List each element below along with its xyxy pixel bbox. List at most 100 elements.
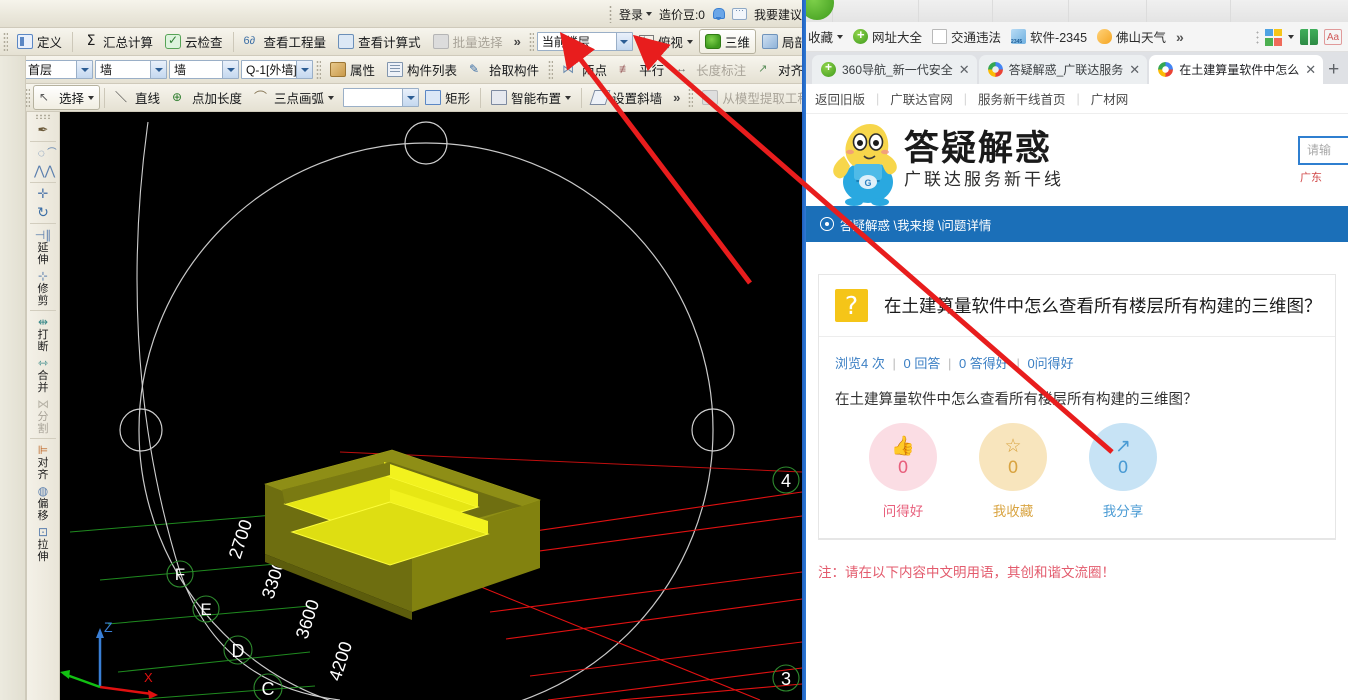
left-tool-trim-extend[interactable]: ✒ — [27, 121, 59, 139]
bookmark-label: 交通违法 — [951, 31, 1002, 45]
chevron-down-icon[interactable] — [296, 61, 312, 78]
glodon-icon — [987, 62, 1003, 77]
toolbar-button-two-point[interactable]: ⋈ 两点 — [556, 57, 613, 82]
browser-tab-2[interactable]: 答疑解惑_广联达服务 ✕ — [978, 55, 1148, 84]
chevron-down-icon[interactable] — [837, 34, 844, 39]
toolbar-button-view-quantity[interactable]: 6∂ 查看工程量 — [238, 29, 333, 54]
left-tool-extend[interactable]: ⊣∥ 延伸 — [27, 226, 59, 267]
close-icon[interactable]: ✕ — [959, 63, 970, 76]
component-combo[interactable]: Q-1[外墙] — [241, 60, 313, 79]
close-icon[interactable]: ✕ — [1305, 63, 1316, 76]
browser-tab-strip: 360导航_新一代安全 ✕ 答疑解惑_广联达服务 ✕ 在土建算量软件中怎么 ✕ … — [806, 52, 1348, 84]
chevron-down-icon[interactable] — [615, 33, 632, 50]
type-combo[interactable]: 墙 — [169, 60, 239, 79]
book-icon[interactable] — [1300, 29, 1318, 45]
action-share[interactable]: ↗ 0 我分享 — [1087, 423, 1159, 520]
toolbar-label: 点加长度 — [192, 92, 243, 106]
nav-link-old-version[interactable]: 返回旧版 — [815, 89, 876, 108]
left-tool-align[interactable]: ⊫ 对齐 — [27, 441, 59, 482]
action-favorite[interactable]: ☆ 0 我收藏 — [977, 423, 1049, 520]
toolbar-button-line[interactable]: ＼ 直线 — [109, 85, 166, 110]
toolbar-button-pick-component[interactable]: ✎ 拾取构件 — [463, 57, 545, 82]
cad-3d-viewport[interactable]: F E D C 4 3 2700 3300 3600 4200 Z X — [60, 112, 802, 700]
search-input[interactable]: 请输 — [1298, 136, 1348, 165]
left-tool-move[interactable]: ✛ — [27, 185, 59, 203]
toolbar-button-length-dimension[interactable]: ↔ 长度标注 — [670, 57, 752, 82]
chevron-down-icon[interactable] — [88, 95, 95, 100]
overflow-chevron-icon[interactable]: » — [668, 90, 685, 105]
toolbar-button-parallel[interactable]: ≢ 平行 — [613, 57, 670, 82]
site-subtitle: 广联达服务新干线 — [904, 170, 1064, 190]
bookmark-software-2345[interactable]: 软件-2345 — [1011, 27, 1087, 46]
bookmark-traffic-violation[interactable]: 交通违法 — [932, 27, 1001, 46]
left-tool-rotate[interactable]: ↻ — [27, 203, 59, 221]
toolbar-label: 俯视 — [657, 36, 683, 50]
chevron-down-icon[interactable] — [686, 39, 693, 44]
toolbar-button-rectangle[interactable]: 矩形 — [419, 85, 476, 110]
chevron-down-icon[interactable] — [150, 61, 166, 78]
font-size-icon[interactable]: Aa — [1324, 29, 1342, 45]
overflow-chevron-icon[interactable]: » — [509, 34, 526, 49]
bookmarks-overflow-icon[interactable]: » — [1176, 29, 1184, 45]
bookmark-favorites[interactable]: 收藏 — [808, 27, 844, 46]
login-button[interactable]: 登录 — [619, 6, 652, 23]
browser-tab-3[interactable]: 在土建算量软件中怎么 ✕ — [1149, 55, 1324, 84]
toolbar-button-select[interactable]: ↖ 选择 — [33, 85, 101, 110]
toolbar-button-view-formula[interactable]: 查看计算式 — [332, 29, 427, 54]
cad-top-status-strip: 登录 造价豆:0 我要建议 — [0, 0, 806, 28]
chevron-down-icon[interactable] — [328, 95, 335, 100]
suggest-label[interactable]: 我要建议 — [754, 6, 802, 23]
left-tool-trim[interactable]: ⊹ 修剪 — [27, 267, 59, 308]
toolbar-button-smart-layout[interactable]: 智能布置 — [485, 85, 577, 110]
category-combo[interactable]: 墙 — [95, 60, 167, 79]
toolbar-button-top-view[interactable]: 俯视 — [633, 29, 699, 54]
left-tool-stretch[interactable]: ⊡ 拉伸 — [27, 523, 59, 564]
browser-tab-1[interactable]: 360导航_新一代安全 ✕ — [812, 55, 977, 84]
3d-icon — [704, 34, 721, 49]
toolbar-button-define[interactable]: 定义 — [11, 29, 68, 54]
toolbar-button-3d[interactable]: 三维 — [698, 29, 756, 54]
left-tool-offset-circle[interactable]: ◌ ͡ — [27, 144, 59, 162]
web-page-content: 返回旧版 | 广联达官网 | 服务新干线首页 | 广材网 G 答疑解惑 广联达服… — [806, 84, 1348, 700]
left-tool-merge[interactable]: ⇿ 合并 — [27, 354, 59, 395]
cad-toolbar-row-1: 定义 Σ 汇总计算 云检查 6∂ 查看工程量 查看计算式 批量选择 — [0, 28, 806, 56]
left-tool-offset[interactable]: ◍ 偏移 — [27, 482, 59, 523]
grid-bubble-label: D — [232, 641, 245, 661]
new-tab-button[interactable]: + — [1328, 59, 1339, 81]
nav-link-service-home[interactable]: 服务新干线首页 — [967, 89, 1077, 108]
arc-option-combo[interactable] — [343, 88, 420, 107]
chevron-down-icon[interactable] — [645, 12, 652, 16]
message-icon[interactable] — [731, 5, 747, 20]
toolbar-label: 智能布置 — [511, 92, 562, 106]
left-tool-break[interactable]: ⇹ 打断 — [27, 313, 59, 354]
divider: | — [1016, 356, 1020, 371]
toolbar-button-component-list[interactable]: 构件列表 — [381, 57, 463, 82]
bell-icon[interactable] — [712, 7, 726, 21]
bookmark-website-directory[interactable]: 网址大全 — [853, 27, 922, 46]
nav-link-official-site[interactable]: 广联达官网 — [879, 89, 964, 108]
chevron-down-icon[interactable] — [222, 61, 238, 78]
floor-combo[interactable]: 首层 — [23, 60, 93, 79]
toolbar-button-cloud-check[interactable]: 云检查 — [159, 29, 229, 54]
breadcrumb-text: 答疑解惑 \我来搜 \问题详情 — [840, 218, 992, 233]
bookmark-foshan-weather[interactable]: 佛山天气 — [1097, 27, 1166, 46]
left-tool-mirror[interactable]: ⋀⋀ — [27, 162, 59, 180]
extend-icon: ⊣∥ — [34, 228, 52, 242]
chevron-down-icon[interactable] — [1288, 35, 1294, 39]
chevron-down-icon[interactable] — [76, 61, 92, 78]
toolbar-button-summary-calc[interactable]: Σ 汇总计算 — [77, 29, 159, 54]
chevron-down-icon[interactable] — [402, 89, 419, 106]
toolbar-button-point-length[interactable]: ⊕ 点加长度 — [166, 85, 248, 110]
divider — [30, 438, 56, 439]
toolbar-button-partial-3d[interactable]: 局部三维 — [756, 29, 806, 54]
toolbar-button-three-point-arc[interactable]: ⌒ 三点画弧 — [248, 85, 340, 110]
close-icon[interactable]: ✕ — [1129, 63, 1140, 76]
apps-grid-icon[interactable] — [1265, 28, 1282, 46]
action-good-question[interactable]: 👍 0 问得好 — [867, 423, 939, 520]
nav-link-guangcai[interactable]: 广材网 — [1080, 89, 1140, 108]
floor-selector-combo[interactable]: 当前楼层 — [536, 32, 633, 51]
toolbar-button-slope-wall[interactable]: 设置斜墙 — [586, 85, 668, 110]
toolbar-button-properties[interactable]: 属性 — [324, 57, 381, 82]
chevron-down-icon[interactable] — [565, 95, 572, 100]
toolbar-button-align-dimension[interactable]: ↗ 对齐标注 — [752, 57, 806, 82]
